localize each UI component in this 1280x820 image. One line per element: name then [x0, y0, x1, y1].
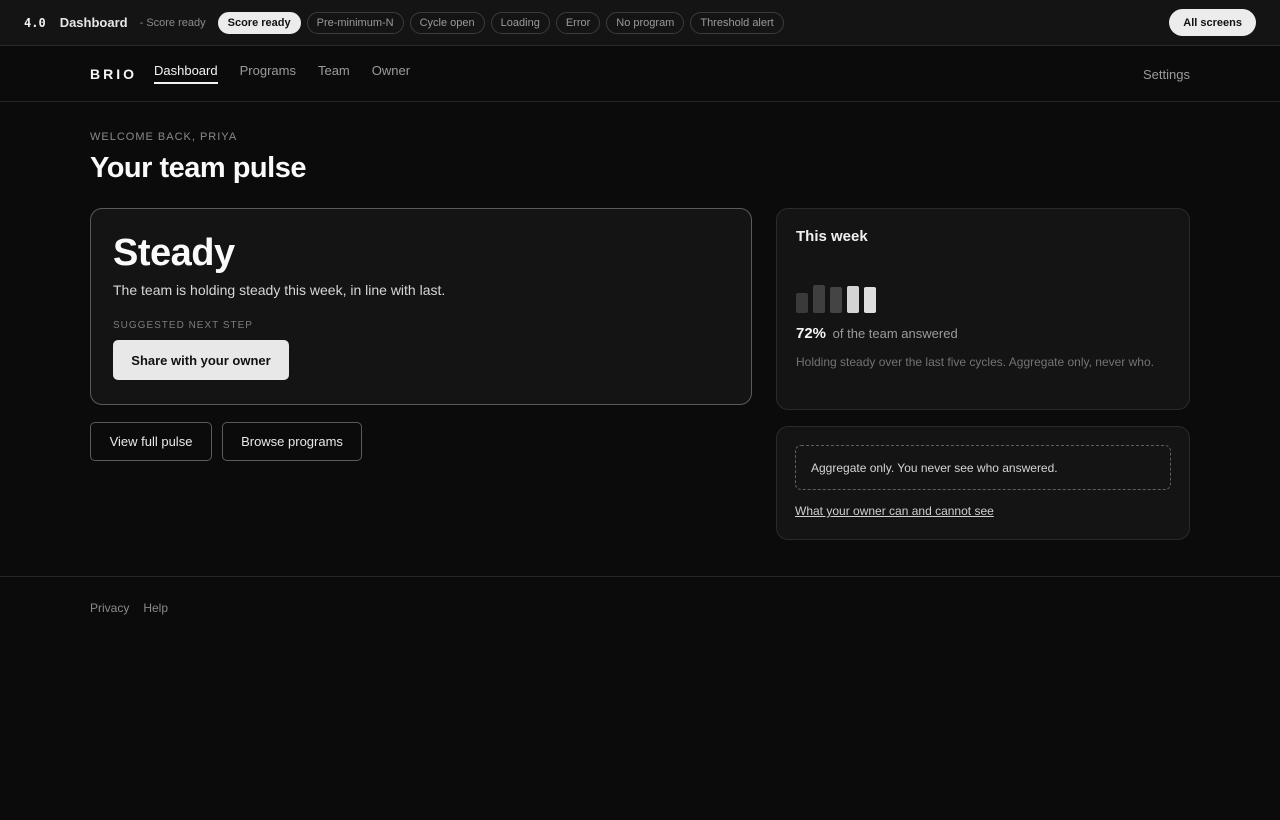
participation-suffix: of the team answered [832, 326, 958, 341]
state-pill-loading[interactable]: Loading [490, 11, 550, 34]
nav-links: Dashboard Programs Team Owner [154, 63, 432, 84]
view-full-pulse-button[interactable]: View full pulse [90, 422, 212, 461]
nav-link-dashboard[interactable]: Dashboard [154, 63, 218, 84]
share-with-owner-button[interactable]: Share with your owner [113, 340, 289, 380]
nav-link-programs[interactable]: Programs [240, 63, 296, 84]
app-navigation: BRIO Dashboard Programs Team Owner Setti… [0, 46, 1280, 102]
trend-bar [864, 287, 876, 313]
trend-bar [847, 286, 859, 313]
state-pill-pre-minimum-n[interactable]: Pre-minimum-N [306, 11, 404, 34]
participation-summary: 72% of the team answered [796, 325, 958, 342]
footer: Privacy Help [0, 576, 1280, 615]
owner-visibility-link[interactable]: What your owner can and cannot see [795, 504, 994, 518]
privacy-card: Aggregate only. You never see who answer… [776, 426, 1190, 540]
pulse-description: The team is holding steady this week, in… [113, 282, 446, 298]
next-step-label: SUGGESTED NEXT STEP [113, 320, 253, 331]
footer-link-privacy[interactable]: Privacy [90, 601, 129, 615]
version-label: 4.0 [24, 15, 46, 30]
nav-link-team[interactable]: Team [318, 63, 350, 84]
brio-logo[interactable]: BRIO [90, 66, 137, 82]
this-week-title: This week [796, 228, 868, 245]
trend-bar [830, 287, 842, 313]
footer-links: Privacy Help [90, 601, 182, 615]
nav-link-owner[interactable]: Owner [372, 63, 410, 84]
state-pill-no-program[interactable]: No program [606, 11, 685, 34]
screen-state: - Score ready [139, 16, 206, 29]
footer-link-help[interactable]: Help [143, 601, 168, 615]
screen-name: Dashboard [59, 15, 128, 30]
all-screens-button[interactable]: All screens [1169, 9, 1256, 36]
trend-note: Holding steady over the last five cycles… [796, 355, 1154, 369]
participation-trend-bars [796, 283, 896, 313]
state-pill-error[interactable]: Error [555, 11, 601, 34]
state-pill-cycle-open[interactable]: Cycle open [409, 11, 485, 34]
settings-link[interactable]: Settings [1143, 67, 1190, 82]
pulse-status: Steady [113, 232, 235, 274]
browse-programs-button[interactable]: Browse programs [222, 422, 362, 461]
welcome-label: WELCOME BACK, PRIYA [90, 131, 238, 143]
screen-switcher-bar: 4.0 Dashboard - Score ready Score ready … [0, 0, 1280, 46]
pulse-score-card: Steady The team is holding steady this w… [90, 208, 752, 405]
trend-bar [796, 293, 808, 313]
state-pill-threshold-alert[interactable]: Threshold alert [690, 11, 784, 34]
participation-percent: 72% [796, 325, 827, 342]
this-week-card: This week 72% of the team answered Holdi… [776, 208, 1190, 410]
state-pill-score-ready[interactable]: Score ready [217, 11, 301, 34]
trend-bar [813, 285, 825, 313]
privacy-notice: Aggregate only. You never see who answer… [795, 445, 1171, 490]
page-title: Your team pulse [90, 152, 306, 184]
